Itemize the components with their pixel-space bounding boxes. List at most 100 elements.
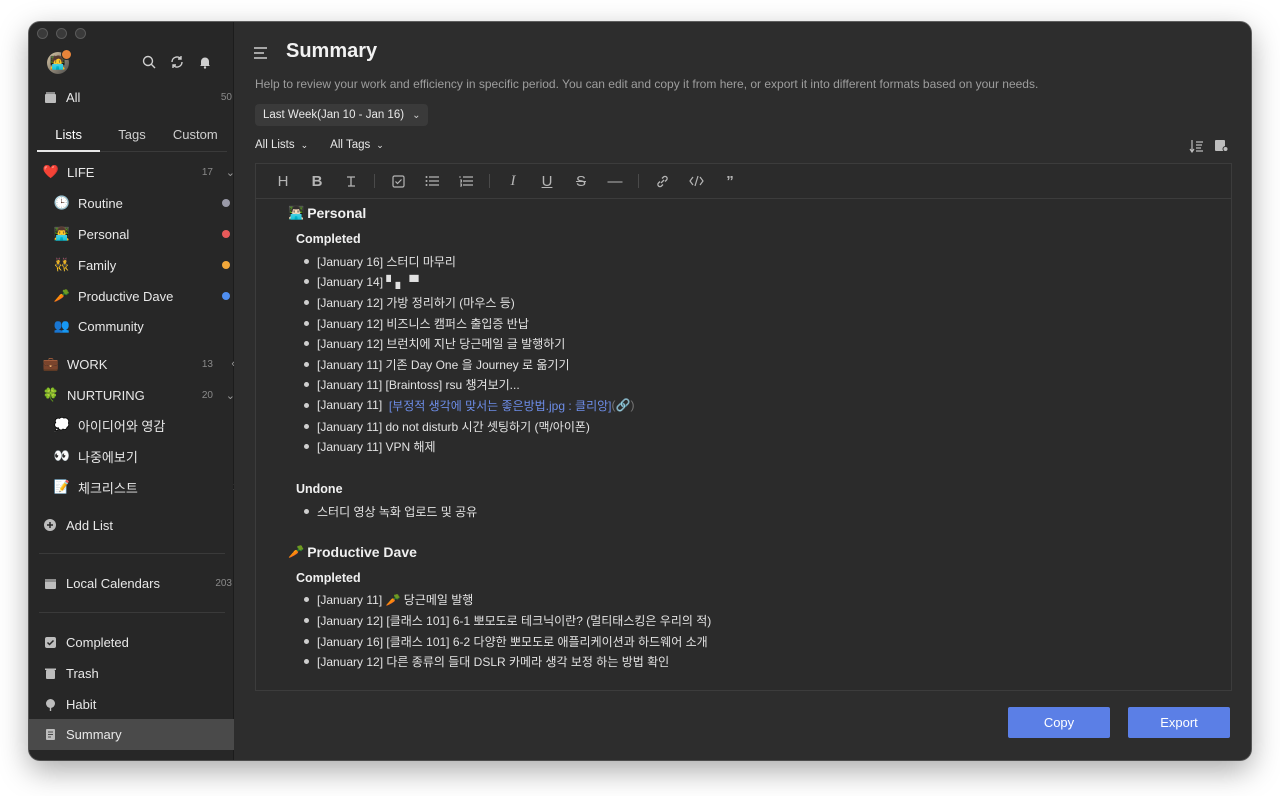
sidebar-item-label: Habit: [66, 696, 97, 712]
sidebar-folder-life[interactable]: ❤️ LIFE 17 ⌄: [29, 157, 247, 187]
sidebar-folder-work[interactable]: 💼 WORK 13 ‹: [29, 349, 247, 379]
tab-lists[interactable]: Lists: [37, 122, 101, 152]
task-text: [January 11] 🥕 당근메일 발행: [317, 593, 474, 608]
underline-icon[interactable]: U: [530, 164, 564, 198]
code-icon[interactable]: [679, 164, 713, 198]
heading-icon[interactable]: H: [266, 164, 300, 198]
lists-filter[interactable]: All Lists ⌄: [255, 139, 308, 151]
sidebar: 🧑‍💻 All 50 Lists Tags Custom: [29, 22, 246, 760]
sidebar-folder-nurturing[interactable]: 🍀 NURTURING 20 ⌄: [29, 380, 247, 410]
sidebar-item-label: LIFE: [67, 164, 95, 180]
task-link[interactable]: [부정적 생각에 맞서는 좋은방법.jpg : 클리앙]: [389, 397, 612, 414]
list-item: [January 12] 브런치에 지난 당근메일 글 발행하기: [304, 333, 1231, 354]
sidebar-item-watch-later[interactable]: 👀 나중에보기 5: [29, 441, 258, 471]
group-heading: Completed: [296, 570, 361, 585]
sidebar-item-productive-dave[interactable]: 🥕 Productive Dave 4: [29, 281, 258, 311]
list-color-dot: [222, 261, 230, 269]
sidebar-item-completed[interactable]: Completed: [29, 627, 246, 657]
avatar-badge: [61, 49, 72, 60]
strikethrough-icon[interactable]: S: [564, 164, 598, 198]
list-item: [January 16] [클래스 101] 6-2 다양한 뽀모도로 애플리케…: [304, 631, 1231, 652]
summary-content[interactable]: 👨🏻‍💻 Personal Completed [January 16] 스터디…: [256, 199, 1231, 690]
bell-icon[interactable]: [197, 54, 213, 70]
task-text: [January 11]: [317, 398, 386, 413]
sidebar-item-label: Trash: [66, 665, 99, 681]
section-heading-personal: 👨🏻‍💻 Personal: [288, 199, 1231, 227]
bullet-list-icon[interactable]: [415, 164, 449, 198]
tags-filter[interactable]: All Tags ⌄: [330, 139, 384, 151]
toolbar-divider: [489, 174, 490, 188]
checkbox-icon: [42, 634, 58, 650]
checkbox-icon[interactable]: [381, 164, 415, 198]
sidebar-item-label: NURTURING: [67, 387, 145, 403]
list-item: [January 12] [클래스 101] 6-1 뽀모도로 테크닉이란? (…: [304, 610, 1231, 631]
item-count: 50: [220, 91, 232, 103]
eyes-icon: 👀: [53, 448, 71, 463]
task-text: [January 14] ▘▖▝▘: [317, 274, 424, 289]
heart-icon: ❤️: [42, 164, 60, 179]
task-text: [January 12] 브런치에 지난 당근메일 글 발행하기: [317, 337, 566, 352]
numbered-list-icon[interactable]: [449, 164, 483, 198]
technologist-icon: 👨🏻‍💻: [288, 205, 305, 220]
summary-icon: [42, 727, 58, 743]
sidebar-item-community[interactable]: 👥 Community: [29, 311, 258, 341]
chevron-down-icon: ⌄: [412, 109, 421, 121]
add-list-button[interactable]: Add List: [29, 510, 246, 540]
export-button[interactable]: Export: [1128, 707, 1230, 738]
sort-icon[interactable]: [1189, 139, 1204, 158]
zoom-window-button[interactable]: [75, 28, 86, 39]
search-icon[interactable]: [141, 54, 157, 70]
sidebar-item-all[interactable]: All 50: [29, 82, 246, 112]
menu-icon[interactable]: [254, 46, 268, 64]
item-count: 13: [201, 358, 213, 370]
item-count: 20: [201, 389, 213, 401]
period-select[interactable]: Last Week(Jan 10 - Jan 16) ⌄: [255, 104, 429, 126]
quote-icon[interactable]: ”: [713, 164, 747, 198]
sidebar-item-label: 나중에보기: [78, 449, 138, 465]
list-item: [January 16] 스터디 마무리: [304, 251, 1231, 272]
sidebar-item-personal[interactable]: 👨‍💻 Personal 4: [29, 219, 258, 249]
list-item: [January 11] VPN 해제: [304, 436, 1231, 457]
task-list: [January 16] 스터디 마무리 [January 14] ▘▖▝▘ […: [288, 251, 1231, 457]
sidebar-item-local-calendars[interactable]: Local Calendars 203: [29, 568, 246, 598]
summary-options: [1189, 139, 1229, 158]
people-icon: 👥: [53, 318, 71, 333]
avatar[interactable]: 🧑‍💻: [47, 49, 72, 74]
sidebar-item-family[interactable]: 👯 Family 1: [29, 250, 258, 280]
copy-button[interactable]: Copy: [1008, 707, 1110, 738]
bold-icon[interactable]: B: [300, 164, 334, 198]
sidebar-item-habit[interactable]: Habit: [29, 689, 246, 719]
toolbar-divider: [638, 174, 639, 188]
sidebar-item-trash[interactable]: Trash: [29, 658, 246, 688]
settings-icon[interactable]: [1214, 139, 1229, 158]
item-count: 203: [215, 577, 232, 589]
sidebar-item-label: Community: [78, 318, 144, 334]
sidebar-item-routine[interactable]: 🕒 Routine 8: [29, 188, 258, 218]
task-text: 스터디 영상 녹화 업로드 및 공유: [317, 504, 478, 519]
app-window: 🧑‍💻 All 50 Lists Tags Custom: [29, 22, 1251, 760]
sidebar-item-label: Summary: [66, 727, 122, 742]
list-item: [January 11] [부정적 생각에 맞서는 좋은방법.jpg : 클리앙…: [304, 395, 1231, 416]
minimize-window-button[interactable]: [56, 28, 67, 39]
sidebar-item-checklist[interactable]: 📝 체크리스트 12: [29, 472, 258, 502]
period-value: Last Week(Jan 10 - Jan 16): [263, 109, 405, 121]
link-icon[interactable]: [645, 164, 679, 198]
window-controls: [37, 28, 86, 39]
sidebar-item-label: All: [66, 89, 81, 105]
summary-editor[interactable]: H B I U S —: [255, 163, 1232, 691]
clover-icon: 🍀: [42, 387, 60, 402]
tab-tags[interactable]: Tags: [100, 122, 163, 151]
tab-custom[interactable]: Custom: [164, 122, 227, 151]
sidebar-item-ideas[interactable]: 💭 아이디어와 영감 3: [29, 410, 258, 440]
list-item: [January 11] [Braintoss] rsu 챙겨보기...: [304, 375, 1231, 396]
horizontal-rule-icon[interactable]: —: [598, 164, 632, 198]
chevron-down-icon: ⌄: [300, 139, 309, 150]
task-list: 스터디 영상 녹화 업로드 및 공유: [288, 501, 1231, 522]
sidebar-item-summary[interactable]: Summary: [29, 719, 246, 750]
text-style-icon[interactable]: [334, 164, 368, 198]
close-window-button[interactable]: [37, 28, 48, 39]
plus-circle-icon: [42, 517, 58, 533]
sync-icon[interactable]: [169, 54, 185, 70]
task-text: [January 11] [Braintoss] rsu 챙겨보기...: [317, 378, 520, 393]
italic-icon[interactable]: I: [496, 164, 530, 198]
